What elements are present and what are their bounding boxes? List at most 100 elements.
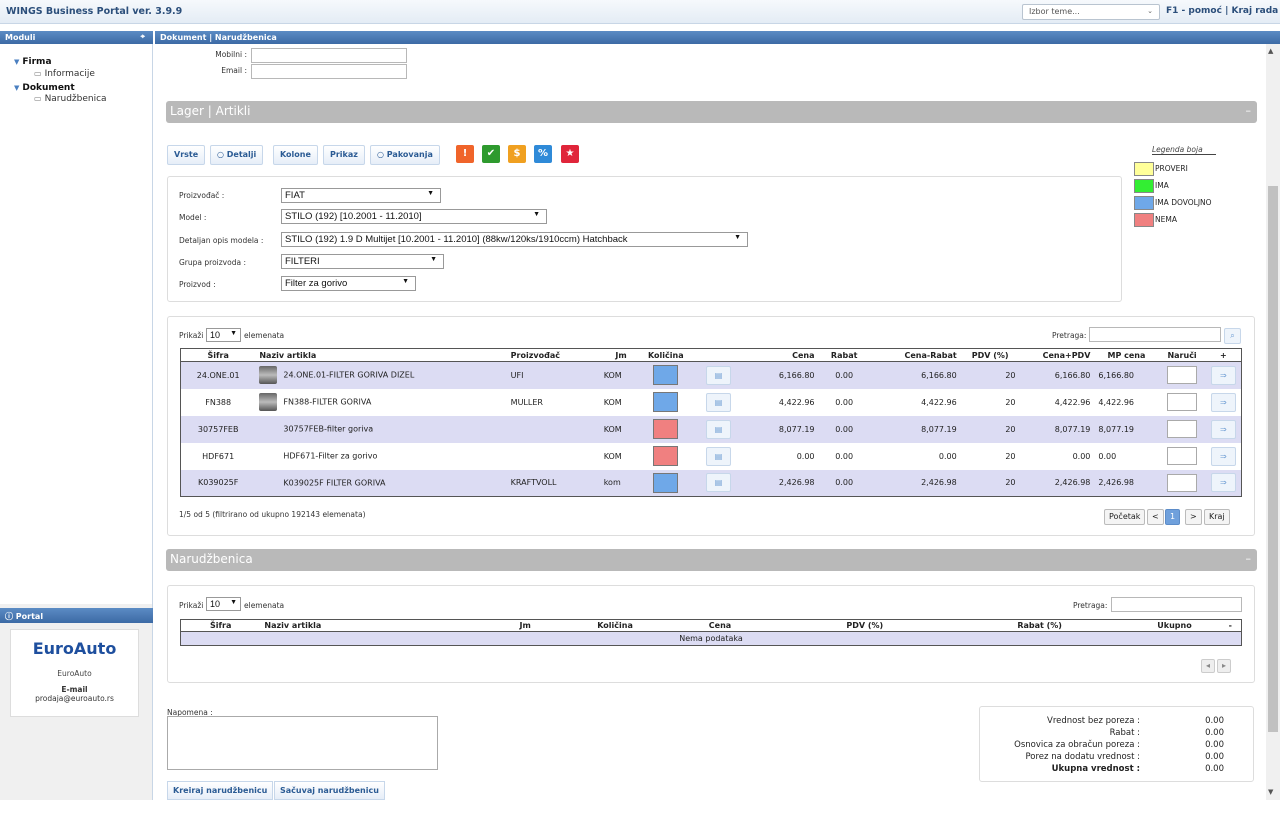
column-header[interactable]: Cena <box>747 348 819 362</box>
portal-email[interactable]: prodaja@euroauto.rs <box>11 694 138 703</box>
manufacturer-select[interactable]: FIAT ▼ <box>281 188 441 203</box>
save-order-button[interactable]: Sačuvaj narudžbenicu <box>274 781 385 800</box>
pin-icon[interactable]: ⌖ <box>140 32 145 42</box>
details-icon[interactable]: ▤ <box>706 419 732 439</box>
column-header[interactable]: Rabat (%) <box>949 619 1130 632</box>
product-select[interactable]: Filter za gorivo ▼ <box>281 276 416 291</box>
column-header[interactable]: Šifra <box>180 348 256 362</box>
product-thumbnail-icon[interactable] <box>259 366 278 385</box>
add-to-order-icon[interactable]: ⇒ <box>1210 446 1236 466</box>
product-thumbnail-icon[interactable] <box>259 447 277 465</box>
details-icon[interactable]: ▤ <box>706 365 732 385</box>
add-to-order-icon[interactable]: ⇒ <box>1210 392 1236 412</box>
minimize-icon[interactable]: – <box>1246 552 1252 565</box>
tree-label: Narudžbenica <box>44 94 107 104</box>
column-header[interactable]: Cena <box>660 619 780 632</box>
vrste-button[interactable]: Vrste <box>167 145 206 165</box>
note-textarea[interactable] <box>167 716 438 770</box>
tree-node-dokument[interactable]: ▼ Dokument <box>14 83 75 93</box>
column-header[interactable]: Naziv artikla <box>255 348 507 362</box>
mobile-field[interactable] <box>251 48 407 63</box>
tree-item-narudzbenica[interactable]: ▭ Narudžbenica <box>34 94 107 104</box>
column-header[interactable]: Jm <box>480 619 571 632</box>
detalji-button[interactable]: ○ Detalji <box>210 145 264 165</box>
order-quantity-input[interactable] <box>1167 447 1198 465</box>
column-header[interactable]: PDV (%) <box>960 348 1020 362</box>
table-row[interactable]: 30757FEB 30757FEB-filter goriva KOM ▤ 8,077.… <box>180 415 1242 443</box>
column-header[interactable]: Cena+PDV <box>1019 348 1095 362</box>
column-header[interactable]: Količina <box>642 348 690 362</box>
order-page-size-select[interactable]: 10 ▼ <box>206 597 241 611</box>
order-quantity-input[interactable] <box>1167 473 1198 492</box>
details-icon[interactable]: ▤ <box>706 473 732 493</box>
column-header[interactable] <box>689 348 748 362</box>
column-header[interactable]: Naruči <box>1158 348 1206 362</box>
table-row[interactable]: HDF671 HDF671-Filter za gorivo KOM ▤ 0.00 0.0… <box>180 442 1242 470</box>
add-to-order-icon[interactable]: ⇒ <box>1210 419 1236 439</box>
order-quantity-input[interactable] <box>1167 393 1198 411</box>
tree-item-informacije[interactable]: ▭ Informacije <box>34 69 95 79</box>
percent-icon[interactable]: % <box>534 145 552 163</box>
column-header[interactable]: Jm <box>599 348 643 362</box>
details-icon[interactable]: ▤ <box>706 446 732 466</box>
help-logout-links[interactable]: F1 - pomoć | Kraj rada <box>1166 6 1278 16</box>
column-header[interactable]: + <box>1205 348 1242 362</box>
group-select[interactable]: FILTERI ▼ <box>281 254 444 269</box>
kolone-button[interactable]: Kolone <box>273 145 318 165</box>
search-label: Pretraga: <box>1052 331 1087 340</box>
column-header[interactable]: Naziv artikla <box>260 619 481 632</box>
cell-rabat: 0.00 <box>818 361 870 389</box>
add-to-order-icon[interactable]: ⇒ <box>1210 473 1236 493</box>
order-quantity-input[interactable] <box>1167 420 1198 438</box>
email-field[interactable] <box>251 64 407 79</box>
product-thumbnail-icon[interactable] <box>259 474 277 492</box>
column-header[interactable]: - <box>1219 619 1242 632</box>
check-icon[interactable]: ✔ <box>482 145 500 163</box>
star-icon[interactable]: ★ <box>561 145 579 163</box>
chevron-down-icon: ⌄ <box>1147 7 1153 15</box>
scroll-down-icon[interactable]: ▼ <box>1268 788 1273 796</box>
scrollbar-thumb[interactable] <box>1268 186 1278 732</box>
search-icon[interactable]: ⌕ <box>1224 328 1241 344</box>
cell-sifra: HDF671 <box>180 442 256 470</box>
page-size-select[interactable]: 10 ▼ <box>206 328 241 342</box>
pakovanja-button[interactable]: ○ Pakovanja <box>370 145 440 165</box>
product-thumbnail-icon[interactable] <box>259 393 278 411</box>
theme-select[interactable]: Izbor teme... ⌄ <box>1022 4 1160 20</box>
add-to-order-icon[interactable]: ⇒ <box>1210 365 1236 385</box>
last-page-button[interactable]: Kraj <box>1204 509 1230 525</box>
details-icon[interactable]: ▤ <box>706 392 732 412</box>
column-header[interactable]: PDV (%) <box>779 619 950 632</box>
first-page-button[interactable]: Početak <box>1104 509 1146 525</box>
scroll-up-icon[interactable]: ▲ <box>1268 47 1273 55</box>
model-select[interactable]: STILO (192) [10.2001 - 11.2010] ▼ <box>281 209 547 224</box>
lager-section-header[interactable]: Lager | Artikli – <box>166 101 1257 123</box>
product-thumbnail-icon[interactable] <box>259 420 277 438</box>
next-page-button[interactable]: > <box>1185 509 1202 525</box>
column-header[interactable]: Količina <box>570 619 661 632</box>
detail-select[interactable]: STILO (192) 1.9 D Multijet [10.2001 - 11… <box>281 232 748 247</box>
alert-icon[interactable]: ! <box>456 145 474 163</box>
arrow-left-icon[interactable]: ◂ <box>1201 659 1215 673</box>
column-header[interactable]: Rabat <box>818 348 870 362</box>
table-row[interactable]: 24.ONE.01 24.ONE.01-FILTER GORIVA DIZEL UF… <box>180 361 1242 389</box>
create-order-button[interactable]: Kreiraj narudžbenicu <box>167 781 274 800</box>
column-header[interactable]: MP cena <box>1094 348 1159 362</box>
order-quantity-input[interactable] <box>1167 366 1198 385</box>
order-search-input[interactable] <box>1111 597 1242 612</box>
arrow-right-icon[interactable]: ▸ <box>1217 659 1231 673</box>
dollar-icon[interactable]: $ <box>508 145 526 163</box>
prikaz-button[interactable]: Prikaz <box>323 145 365 165</box>
table-row[interactable]: FN388 FN388-FILTER GORIVA MULLER KOM ▤ 4,422.… <box>180 388 1242 416</box>
page-1-button[interactable]: 1 <box>1165 509 1181 525</box>
tree-node-firma[interactable]: ▼ Firma <box>14 57 52 67</box>
prev-page-button[interactable]: < <box>1147 509 1164 525</box>
column-header[interactable]: Šifra <box>180 619 261 632</box>
column-header[interactable]: Ukupno <box>1129 619 1220 632</box>
order-section-header[interactable]: Narudžbenica – <box>166 549 1257 571</box>
minimize-icon[interactable]: – <box>1246 104 1252 117</box>
column-header[interactable]: Cena-Rabat <box>869 348 961 362</box>
search-input[interactable] <box>1089 327 1221 342</box>
table-row[interactable]: K039025F K039025F FILTER GORIVA KRAFTVOLL k… <box>180 469 1242 497</box>
column-header[interactable]: Proizvođač <box>506 348 600 362</box>
